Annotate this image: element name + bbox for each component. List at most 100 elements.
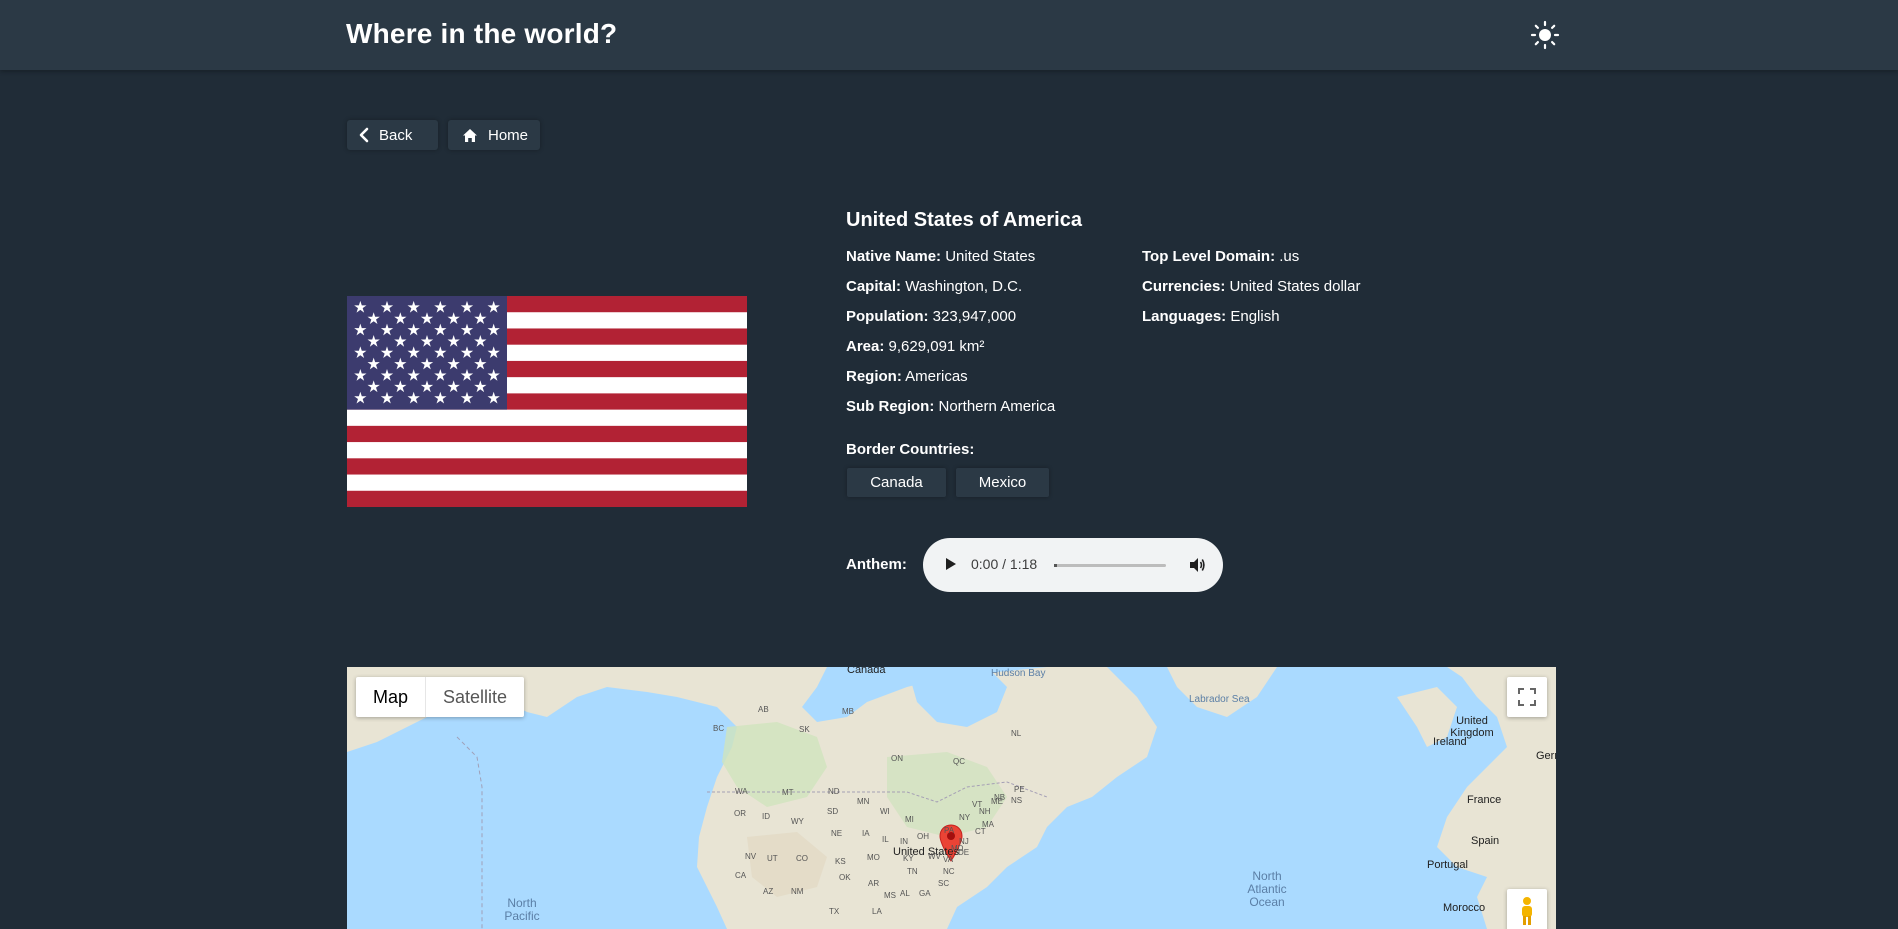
country-details-left: Native Name: United States Capital: Wash… xyxy=(846,248,1055,428)
map-state-label: MN xyxy=(857,797,870,806)
play-button[interactable] xyxy=(945,557,957,576)
map-state-label: IL xyxy=(882,835,889,844)
map-state-label: NV xyxy=(745,852,757,861)
map-state-label: WY xyxy=(791,817,804,826)
map-state-label: ND xyxy=(828,787,840,796)
map-state-label: AR xyxy=(868,879,880,888)
detail-region: Region: Americas xyxy=(846,368,1055,398)
pegman-icon xyxy=(1522,897,1532,925)
map-state-label: ID xyxy=(762,812,770,821)
home-icon xyxy=(463,128,477,142)
detail-label: Currencies: xyxy=(1142,278,1226,295)
border-country-canada[interactable]: Canada xyxy=(847,468,946,497)
map-label-united-kingdom: United Kingdom xyxy=(1450,715,1494,739)
map-fullscreen-button[interactable] xyxy=(1507,677,1547,717)
detail-value: United States dollar xyxy=(1229,278,1361,295)
anthem-audio-player: 0:00 / 1:18 xyxy=(923,538,1223,592)
detail-value: 323,947,000 xyxy=(932,308,1017,325)
map-state-label: AL xyxy=(900,889,910,898)
border-country-mexico[interactable]: Mexico xyxy=(956,468,1049,497)
map-state-label: CA xyxy=(735,871,747,880)
map-state-label: MI xyxy=(905,815,914,824)
detail-languages: Languages: English xyxy=(1142,308,1360,338)
map-label-france: France xyxy=(1467,794,1502,806)
map-state-label: PA xyxy=(944,826,955,835)
map-state-label: MO xyxy=(867,853,880,862)
map-label-canada: Canada xyxy=(847,667,886,676)
back-button-label: Back xyxy=(379,126,413,144)
detail-value: .us xyxy=(1279,248,1300,265)
back-button[interactable]: Back xyxy=(347,120,438,150)
detail-capital: Capital: Washington, D.C. xyxy=(846,278,1055,308)
detail-label: Capital: xyxy=(846,278,902,295)
detail-value: 9,629,091 km² xyxy=(888,338,985,355)
detail-value: English xyxy=(1230,308,1280,325)
country-map[interactable]: Map Satellite Canada Hudson Bay Labrador… xyxy=(347,667,1556,929)
map-state-label: OH xyxy=(917,832,929,841)
map-state-label: NC xyxy=(943,867,955,876)
app-header: Where in the world? xyxy=(0,0,1898,70)
map-state-label: NE xyxy=(831,829,843,838)
detail-top-level-domain: Top Level Domain: .us xyxy=(1142,248,1360,278)
map-state-label: LA xyxy=(872,907,882,916)
map-state-label: VA xyxy=(943,855,954,864)
map-state-label: GA xyxy=(919,889,931,898)
detail-label: Top Level Domain: xyxy=(1142,248,1276,265)
sun-icon xyxy=(1530,20,1560,50)
map-label-spain: Spain xyxy=(1471,835,1500,847)
map-state-label: NS xyxy=(1011,796,1023,805)
street-view-pegman[interactable] xyxy=(1507,889,1547,929)
map-type-map[interactable]: Map xyxy=(356,677,427,717)
border-countries-list: Canada Mexico xyxy=(847,468,1049,497)
detail-value: United States xyxy=(945,248,1036,265)
map-state-label: BC xyxy=(713,724,725,733)
map-state-label: AB xyxy=(758,705,769,714)
map-type-satellite[interactable]: Satellite xyxy=(426,677,524,717)
detail-label: Region: xyxy=(846,368,902,385)
map-label-morocco: Morocco xyxy=(1443,902,1486,914)
map-state-label: OR xyxy=(734,809,746,818)
detail-label: Population: xyxy=(846,308,929,325)
detail-value: Americas xyxy=(905,368,968,385)
map-state-label: NY xyxy=(959,813,971,822)
map-state-label: AZ xyxy=(763,887,774,896)
country-name: United States of America xyxy=(846,209,1082,231)
audio-progress-fill xyxy=(1054,564,1058,567)
map-state-label: KS xyxy=(835,857,846,866)
volume-button[interactable] xyxy=(1188,556,1206,579)
app-title: Where in the world? xyxy=(346,18,618,49)
map-state-label: NH xyxy=(979,807,991,816)
map-state-label: KY xyxy=(903,854,914,863)
country-flag xyxy=(347,296,747,507)
home-button[interactable]: Home xyxy=(448,120,540,150)
map-label-north-pacific: North Pacific xyxy=(504,896,540,923)
map-state-label: WA xyxy=(735,787,748,796)
map-state-label: OK xyxy=(839,873,851,882)
border-countries-label: Border Countries: xyxy=(846,441,975,458)
detail-label: Native Name: xyxy=(846,248,942,265)
map-type-control: Map Satellite xyxy=(356,677,525,717)
map-state-label: IA xyxy=(862,829,870,838)
map-label-north-atlantic: North Atlantic Ocean xyxy=(1247,869,1287,909)
map-state-label: CO xyxy=(796,854,808,863)
theme-toggle-button[interactable] xyxy=(1530,20,1560,50)
fullscreen-icon xyxy=(1518,688,1536,706)
volume-icon xyxy=(1190,558,1205,572)
map-label-labrador-sea: Labrador Sea xyxy=(1189,694,1250,705)
map-label-hudson-bay: Hudson Bay xyxy=(991,668,1046,679)
map-tiles xyxy=(347,667,1556,929)
map-state-label: NM xyxy=(791,887,804,896)
map-state-label: NL xyxy=(1011,729,1022,738)
map-state-label: WV xyxy=(928,852,941,861)
map-label-germany: Germ xyxy=(1536,750,1556,762)
map-state-label: QC xyxy=(953,757,965,766)
map-state-label: UT xyxy=(767,854,778,863)
play-icon xyxy=(946,558,956,570)
map-state-label: SD xyxy=(827,807,839,816)
detail-value: Washington, D.C. xyxy=(905,278,1023,295)
audio-progress-slider[interactable] xyxy=(1054,564,1166,567)
map-state-label: CT xyxy=(975,827,986,836)
detail-sub-region: Sub Region: Northern America xyxy=(846,398,1055,428)
map-label-portugal: Portugal xyxy=(1427,859,1468,871)
detail-value: Northern America xyxy=(938,398,1056,415)
